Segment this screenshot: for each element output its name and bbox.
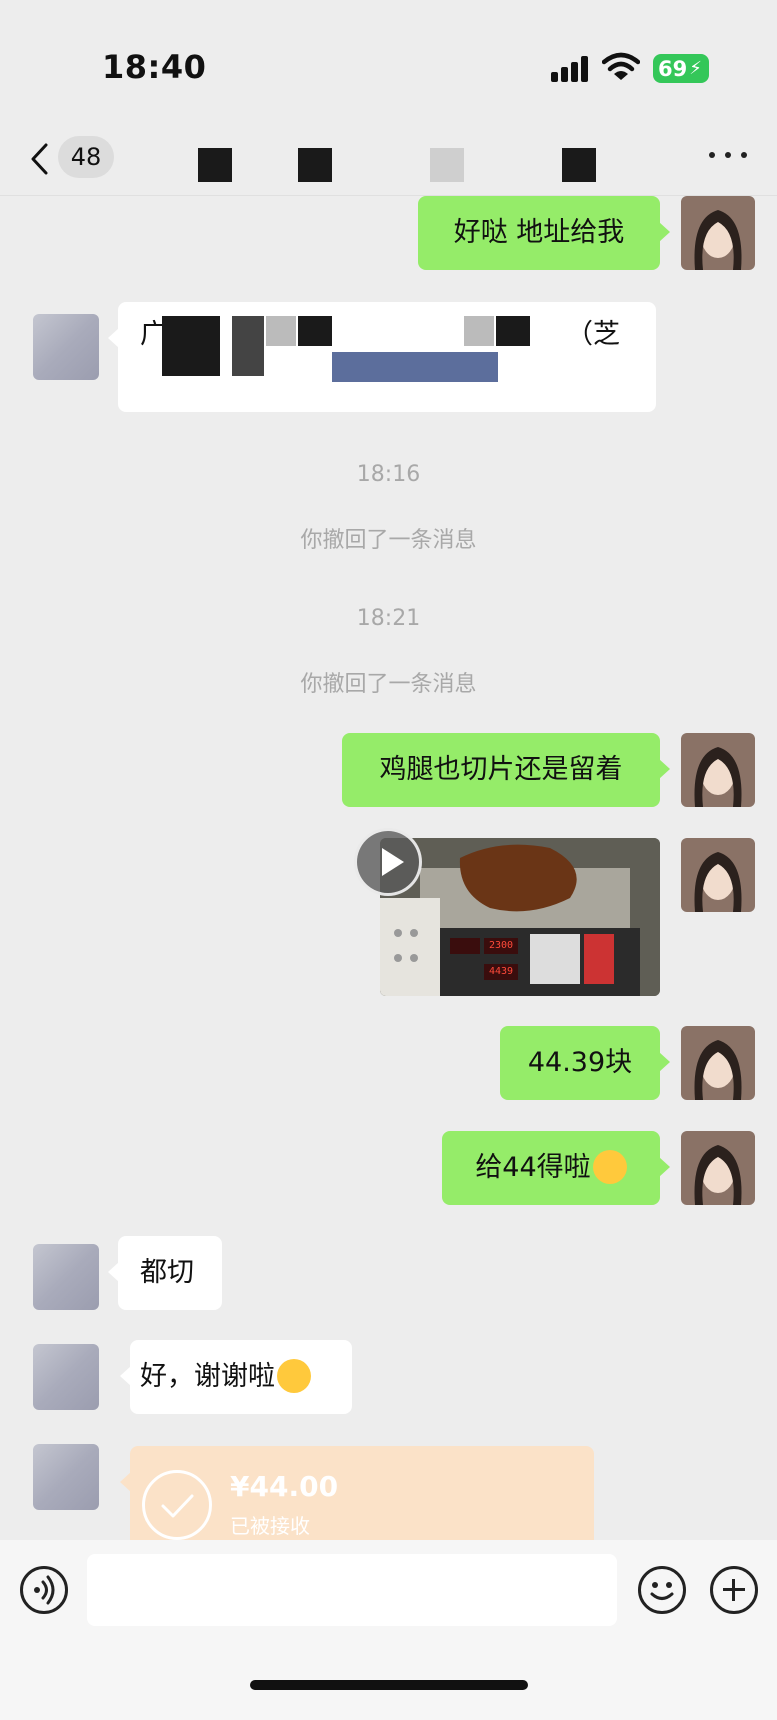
wifi-icon: [602, 52, 640, 80]
transfer-amount: ¥44.00: [230, 1470, 339, 1503]
avatar[interactable]: [681, 838, 755, 912]
scale-weight-readout: 2300: [488, 940, 514, 951]
scale-total-readout: 4439: [488, 966, 514, 977]
check-icon: [142, 1470, 212, 1540]
status-time: 18:40: [102, 48, 207, 86]
emoji-icon[interactable]: [638, 1566, 686, 1614]
play-icon[interactable]: [354, 828, 422, 896]
message-bubble-other[interactable]: 好，谢谢啦: [120, 1340, 352, 1414]
chat-title-redacted: [198, 148, 598, 182]
avatar[interactable]: [33, 1344, 99, 1410]
input-bar: [0, 1540, 777, 1720]
avatar[interactable]: [681, 733, 755, 807]
chevron-left-icon: [31, 143, 48, 175]
battery-level: 69: [658, 56, 688, 81]
system-message-recalled: 你撤回了一条消息: [300, 672, 477, 697]
avatar[interactable]: [681, 196, 755, 270]
signal-icon: [551, 56, 593, 82]
battery-charging-icon: 69 ⚡: [653, 54, 709, 83]
message-bubble-mine[interactable]: 给44得啦: [442, 1131, 670, 1205]
thinking-emoji-icon: [592, 1149, 627, 1184]
plus-icon[interactable]: [710, 1566, 758, 1614]
home-indicator[interactable]: [250, 1680, 528, 1690]
avatar[interactable]: [681, 1131, 755, 1205]
message-bubble-other[interactable]: 都切: [108, 1236, 222, 1310]
video-frame: [380, 838, 660, 996]
grinning-emoji-icon: [277, 1358, 311, 1393]
message-text: 给44得啦: [475, 1152, 591, 1183]
unread-count-badge: 48: [58, 136, 114, 178]
address-text-end: （芝: [566, 319, 620, 350]
avatar[interactable]: [33, 1444, 99, 1510]
message-text: 好，谢谢啦: [140, 1361, 275, 1392]
avatar-photo-icon: [681, 196, 755, 270]
video-message-thumbnail[interactable]: 2300 4439: [380, 838, 660, 996]
message-input[interactable]: [87, 1554, 617, 1626]
avatar[interactable]: [33, 1244, 99, 1310]
avatar[interactable]: [33, 314, 99, 380]
timestamp: 18:21: [356, 606, 421, 631]
avatar-photo-icon: [681, 1026, 755, 1100]
more-dots-icon[interactable]: [706, 142, 750, 166]
chat-header: 48: [0, 120, 777, 196]
message-bubble-mine[interactable]: 鸡腿也切片还是留着: [342, 733, 670, 807]
transfer-status: 已被接收: [230, 1514, 310, 1538]
avatar-photo-icon: [681, 838, 755, 912]
avatar-photo-icon: [681, 733, 755, 807]
message-bubble-address[interactable]: 广 （芝: [108, 302, 656, 412]
message-bubble-mine[interactable]: 好哒 地址给我: [418, 196, 670, 270]
system-message-recalled: 你撤回了一条消息: [300, 528, 477, 553]
avatar[interactable]: [681, 1026, 755, 1100]
back-button[interactable]: 48: [26, 134, 126, 180]
message-list[interactable]: 好哒 地址给我 广 （芝 18:16 你撤回了一条消息 18:21 你撤回了一条…: [0, 196, 777, 1540]
message-bubble-mine[interactable]: 44.39块: [500, 1026, 670, 1100]
bolt-icon: ⚡: [689, 58, 702, 79]
avatar-photo-icon: [681, 1131, 755, 1205]
money-transfer-card[interactable]: ¥44.00 已被接收: [120, 1446, 594, 1540]
voice-icon[interactable]: [20, 1566, 68, 1614]
timestamp: 18:16: [356, 462, 421, 487]
status-bar: 18:40 69 ⚡: [0, 0, 777, 120]
